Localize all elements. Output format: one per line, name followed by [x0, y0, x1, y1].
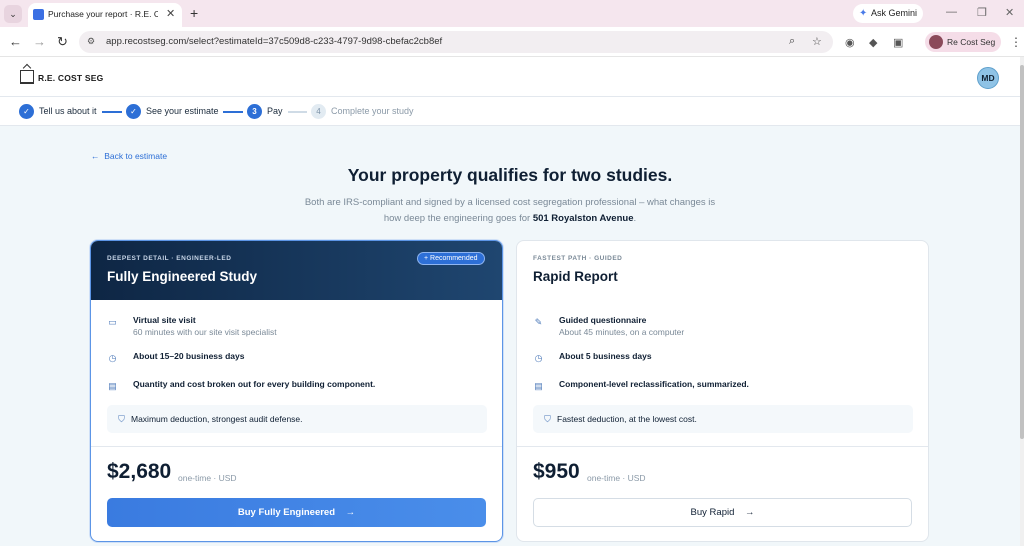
zoom-icon[interactable]: ⌕: [789, 35, 795, 48]
button-label: Buy Rapid: [690, 507, 735, 518]
pencil-icon: ✎: [534, 317, 543, 327]
site-info-icon[interactable]: ⚙: [87, 36, 95, 47]
profile-name: Re Cost Seg: [947, 37, 996, 47]
minimize-icon[interactable]: —: [946, 6, 957, 18]
logo-building-icon: [20, 70, 34, 84]
property-address: 501 Royalston Avenue: [532, 212, 634, 224]
check-icon: ✓: [19, 104, 34, 119]
fully-engineered-card: DEEPEST DETAIL · ENGINEER-LED Fully Engi…: [90, 240, 503, 542]
close-icon[interactable]: ✕: [166, 7, 175, 20]
bookmark-star-icon[interactable]: ☆: [812, 35, 822, 48]
profile-avatar: [929, 35, 943, 49]
card-title: Fully Engineered Study: [107, 269, 258, 284]
note-text: Maximum deduction, strongest audit defen…: [131, 414, 303, 424]
browser-tab[interactable]: Purchase your report · R.E. Cost ✕: [28, 3, 182, 27]
clock-icon: ◷: [108, 353, 117, 363]
divider: [517, 446, 928, 447]
subtitle-text: Both are IRS-compliant and signed by a l…: [304, 197, 716, 224]
note-text: Fastest deduction, at the lowest cost.: [557, 414, 697, 424]
card-header: FASTEST PATH · GUIDED Rapid Report: [517, 241, 928, 300]
ask-gemini-label: Ask Gemini: [871, 8, 918, 18]
shield-icon: ⛉: [544, 414, 551, 424]
browser-tab-bar: ⌄ Purchase your report · R.E. Cost ✕ + ✦…: [0, 0, 1024, 27]
button-label: Buy Fully Engineered: [237, 507, 336, 518]
tab-search-button[interactable]: ⌄: [4, 5, 22, 23]
ask-gemini-button[interactable]: ✦ Ask Gemini: [853, 4, 923, 23]
feature-title: Virtual site visit: [133, 315, 196, 325]
progress-stepper: ✓ Tell us about it ✓ See your estimate 3…: [0, 97, 1020, 126]
buy-rapid-button[interactable]: Buy Rapid →: [533, 498, 912, 527]
extension-icon[interactable]: ◉: [845, 36, 855, 49]
check-icon: ✓: [126, 104, 141, 119]
recommended-badge: + Recommended: [417, 252, 485, 265]
card-note: ⛉ Maximum deduction, strongest audit def…: [107, 405, 487, 433]
price: $2,680: [107, 460, 172, 483]
back-to-estimate-link[interactable]: ← Back to estimate: [91, 151, 167, 161]
buy-fully-engineered-button[interactable]: Buy Fully Engineered →: [107, 498, 486, 527]
shield-icon: ⛉: [118, 414, 125, 424]
feature-title: About 15–20 business days: [133, 351, 245, 361]
logo[interactable]: R.E. COST SEG: [38, 73, 103, 83]
window-close-icon[interactable]: ✕: [1005, 6, 1014, 19]
subtitle-end: .: [633, 212, 637, 224]
page-title: Your property qualifies for two studies.: [347, 165, 673, 185]
page-subtitle: Both are IRS-compliant and signed by a l…: [300, 195, 720, 226]
tag-extension-icon[interactable]: ◆: [869, 36, 877, 49]
browser-toolbar: ← → ↻ ⚙ app.recostseg.com/select?estimat…: [0, 27, 1024, 57]
extensions-puzzle-icon[interactable]: ▣: [893, 36, 903, 49]
arrow-left-icon: ←: [91, 151, 105, 161]
card-title: Rapid Report: [533, 269, 618, 284]
price-note: one-time · USD: [178, 473, 237, 483]
arrow-right-icon: →: [737, 507, 755, 518]
price: $950: [533, 460, 580, 483]
reload-icon[interactable]: ↻: [57, 34, 68, 50]
tab-title: Purchase your report · R.E. Cost: [48, 9, 158, 19]
profile-button[interactable]: Re Cost Seg: [925, 32, 1001, 52]
feature-subtitle: 60 minutes with our site visit specialis…: [133, 327, 277, 337]
card-note: ⛉ Fastest deduction, at the lowest cost.: [533, 405, 913, 433]
card-eyebrow: DEEPEST DETAIL · ENGINEER-LED: [107, 255, 232, 262]
step-label: Tell us about it: [39, 106, 97, 116]
forward-arrow-icon[interactable]: →: [33, 34, 46, 49]
clock-icon: ◷: [534, 353, 543, 363]
step-number: 4: [311, 104, 326, 119]
card-header: DEEPEST DETAIL · ENGINEER-LED Fully Engi…: [91, 241, 502, 300]
feature-title: Guided questionnaire: [559, 315, 647, 325]
feature-title: Component-level reclassification, summar…: [559, 379, 749, 389]
price-note: one-time · USD: [587, 473, 646, 483]
back-arrow-icon[interactable]: ←: [9, 34, 22, 49]
step-label: See your estimate: [146, 106, 219, 116]
step-connector: [223, 111, 243, 113]
browser-menu-icon[interactable]: ⋮: [1010, 35, 1022, 49]
scrollbar-thumb[interactable]: [1020, 65, 1024, 439]
avatar[interactable]: MD: [977, 67, 999, 89]
document-icon: ▤: [534, 381, 543, 391]
step-connector: [102, 111, 122, 113]
arrow-right-icon: →: [337, 507, 356, 518]
feature-title: Quantity and cost broken out for every b…: [133, 379, 376, 389]
step-connector: [288, 111, 307, 113]
back-link-label: Back to estimate: [104, 151, 168, 161]
address-bar[interactable]: ⚙ app.recostseg.com/select?estimateId=37…: [79, 31, 833, 53]
site-favicon-icon: [33, 9, 44, 20]
new-tab-icon[interactable]: +: [190, 5, 198, 21]
feature-title: About 5 business days: [559, 351, 652, 361]
step-number: 3: [247, 104, 262, 119]
rapid-report-card: FASTEST PATH · GUIDED Rapid Report ✎ Gui…: [516, 240, 929, 542]
url-text: app.recostseg.com/select?estimateId=37c5…: [106, 36, 443, 47]
gemini-sparkle-icon: ✦: [859, 8, 868, 19]
step-label: Pay: [267, 106, 283, 116]
feature-subtitle: About 45 minutes, on a computer: [559, 327, 685, 337]
divider: [91, 446, 502, 447]
video-icon: ▭: [108, 317, 117, 327]
step-label: Complete your study: [331, 106, 414, 116]
card-eyebrow: FASTEST PATH · GUIDED: [533, 255, 623, 262]
document-icon: ▤: [108, 381, 117, 391]
page-scrollbar[interactable]: [1020, 57, 1024, 546]
restore-icon[interactable]: ❐: [977, 6, 987, 19]
app-header: R.E. COST SEG MD: [0, 57, 1020, 97]
